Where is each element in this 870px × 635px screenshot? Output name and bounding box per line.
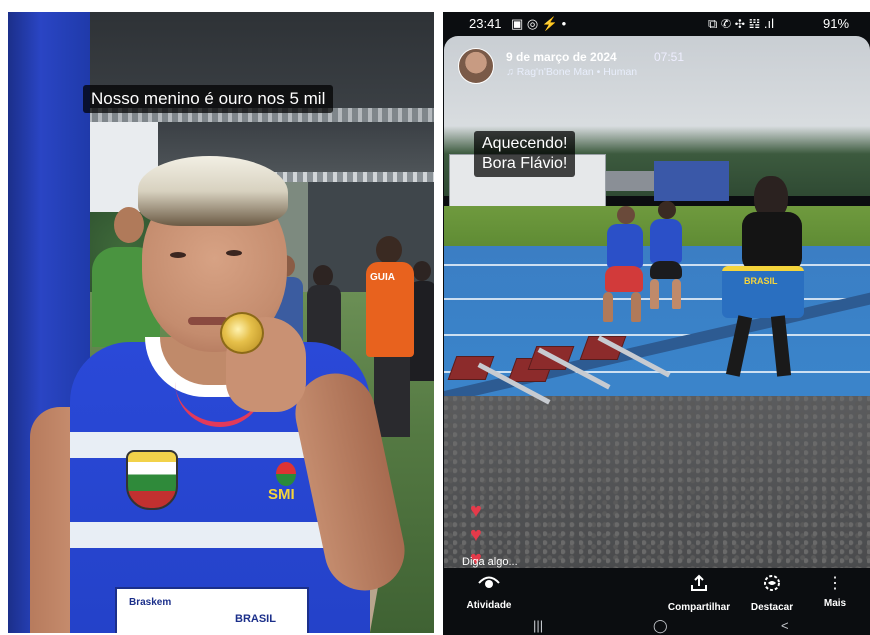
share-label: Compartilhar (667, 602, 731, 613)
athlete-eye (170, 252, 186, 258)
more-icon: ⋮ (827, 575, 843, 592)
recents-button[interactable]: ||| (533, 618, 543, 633)
story-caption: Nosso menino é ouro nos 5 mil (83, 85, 334, 113)
runner (644, 201, 689, 311)
highlight-button[interactable]: Destacar (745, 574, 799, 613)
building (604, 171, 654, 191)
back-button[interactable]: < (781, 618, 789, 633)
share-icon (661, 574, 737, 598)
highlight-label: Destacar (750, 602, 794, 613)
home-button[interactable]: ◯ (653, 618, 668, 634)
avatar[interactable] (458, 48, 494, 84)
story-photo[interactable]: BRASIL 9 de março de 2024 07:51 ♫ Rag'n'… (444, 36, 870, 568)
shirt-logo: SMI (268, 462, 308, 518)
race-bib: Braskem BRASIL (115, 587, 309, 633)
eye-icon (461, 574, 517, 596)
story-date: 9 de março de 2024 (506, 50, 617, 64)
caption-line: Bora Flávio! (482, 155, 568, 172)
story-time: 07:51 (654, 50, 685, 64)
share-button[interactable]: Compartilhar (661, 574, 737, 613)
status-time: 23:41 (469, 16, 502, 31)
bib-brand: BRASIL (235, 613, 276, 625)
club-crest-icon (126, 450, 178, 510)
phone-story-viewer: 23:41 ▣ ◎ ⚡ • ⧉ ✆ ✣ 𝍒 .ıl 91% BRASIL 9 d… (443, 12, 870, 635)
navigation-bar: ||| ◯ < (443, 618, 870, 635)
story-caption: Aquecendo! Bora Flávio! (474, 131, 576, 177)
highlight-icon (745, 574, 799, 598)
heart-icon: ♥ (470, 500, 482, 522)
notification-icons: ▣ ◎ ⚡ • (511, 16, 567, 31)
left-story-photo: GUIA SMI Braskem BRASIL Nosso menino é o… (8, 12, 434, 633)
status-bar: 23:41 ▣ ◎ ⚡ • ⧉ ✆ ✣ 𝍒 .ıl 91% (443, 12, 870, 34)
story-toolbar: Atividade Compartilhar Destacar ⋮ Mais (443, 568, 870, 618)
flag-text: BRASIL (744, 276, 778, 286)
athlete-eye (226, 250, 242, 256)
story-music[interactable]: ♫ Rag'n'Bone Man • Human (506, 66, 637, 78)
system-icons: ⧉ ✆ ✣ 𝍒 .ıl (708, 16, 774, 31)
shirt-logo-text: SMI (268, 486, 295, 503)
bib-sponsor: Braskem (129, 597, 172, 608)
activity-label: Atividade (466, 600, 512, 611)
activity-button[interactable]: Atividade (461, 574, 517, 611)
caption-line: Aquecendo! (482, 135, 568, 152)
athlete: SMI Braskem BRASIL (30, 132, 412, 633)
battery-level: 91% (823, 16, 850, 31)
story-header: 9 de março de 2024 07:51 ♫ Rag'n'Bone Ma… (458, 48, 868, 84)
heart-icon: ♥ (470, 524, 482, 546)
comment-input[interactable]: Diga algo... (462, 556, 518, 568)
more-label: Mais (823, 598, 847, 609)
more-button[interactable]: ⋮ Mais (817, 574, 853, 609)
athlete-hair (138, 156, 288, 226)
gold-medal (220, 312, 264, 354)
woman-with-brazil-flag: BRASIL (714, 176, 824, 391)
